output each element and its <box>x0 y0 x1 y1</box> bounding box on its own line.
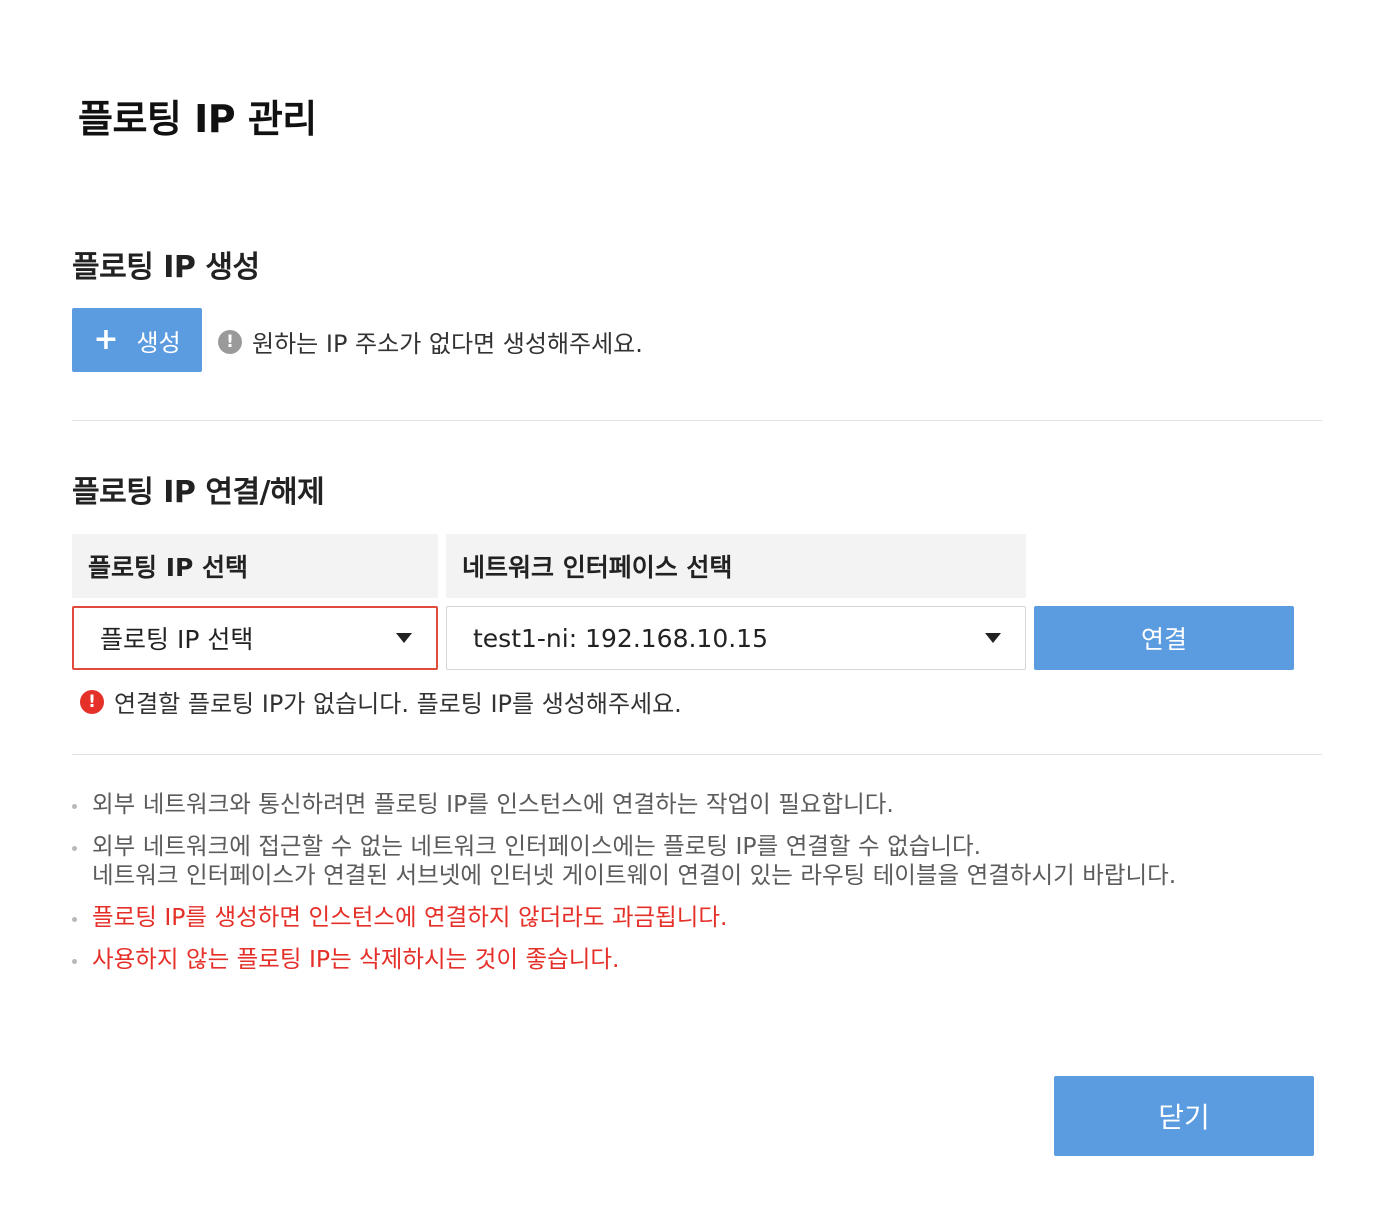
note-item: 외부 네트워크와 통신하려면 플로팅 IP를 인스턴스에 연결하는 작업이 필요… <box>72 790 1332 819</box>
close-button[interactable]: 닫기 <box>1054 1076 1314 1156</box>
note-item: 외부 네트워크에 접근할 수 없는 네트워크 인터페이스에는 플로팅 IP를 연… <box>72 832 1332 890</box>
warning-note-text: 플로팅 IP를 생성하면 인스턴스에 연결하지 않더라도 과금됩니다. <box>92 903 728 931</box>
error-text: 연결할 플로팅 IP가 없습니다. 플로팅 IP를 생성해주세요. <box>114 690 682 718</box>
network-interface-column-header: 네트워크 인터페이스 선택 <box>446 534 1026 598</box>
create-hint-text: 원하는 IP 주소가 없다면 생성해주세요. <box>252 330 643 358</box>
connect-button[interactable]: 연결 <box>1034 606 1294 670</box>
floating-ip-select-value: 플로팅 IP 선택 <box>100 625 254 654</box>
plus-icon: + <box>93 322 119 357</box>
create-section-title: 플로팅 IP 생성 <box>72 250 260 285</box>
info-icon: ! <box>218 329 242 354</box>
network-interface-select-value: test1-ni: 192.168.10.15 <box>473 623 768 653</box>
connect-section-title: 플로팅 IP 연결/해제 <box>72 475 325 510</box>
warning-note-item: 사용하지 않는 플로팅 IP는 삭제하시는 것이 좋습니다. <box>72 945 1332 974</box>
note-text: 외부 네트워크에 접근할 수 없는 네트워크 인터페이스에는 플로팅 IP를 연… <box>92 832 982 860</box>
chevron-down-icon <box>396 633 412 643</box>
chevron-down-icon <box>985 633 1001 643</box>
note-text: 네트워크 인터페이스가 연결된 서브넷에 인터넷 게이트웨이 연결이 있는 라우… <box>92 861 1177 889</box>
error-icon: ! <box>80 689 104 714</box>
create-floating-ip-button[interactable]: + 생성 <box>72 308 202 372</box>
create-button-label: 생성 <box>136 328 181 357</box>
floating-ip-select[interactable]: 플로팅 IP 선택 <box>72 606 438 670</box>
network-interface-select[interactable]: test1-ni: 192.168.10.15 <box>446 606 1026 670</box>
floating-ip-column-header: 플로팅 IP 선택 <box>72 534 438 598</box>
warning-note-text: 사용하지 않는 플로팅 IP는 삭제하시는 것이 좋습니다. <box>92 945 620 973</box>
create-hint: ! 원하는 IP 주소가 없다면 생성해주세요. <box>218 324 643 359</box>
section-divider <box>72 754 1322 755</box>
note-text: 외부 네트워크와 통신하려면 플로팅 IP를 인스턴스에 연결하는 작업이 필요… <box>92 790 894 818</box>
warning-note-item: 플로팅 IP를 생성하면 인스턴스에 연결하지 않더라도 과금됩니다. <box>72 903 1332 932</box>
dialog-title: 플로팅 IP 관리 <box>78 97 317 141</box>
section-divider <box>72 420 1322 421</box>
floating-ip-error-message: ! 연결할 플로팅 IP가 없습니다. 플로팅 IP를 생성해주세요. <box>80 684 682 719</box>
notes-list: 외부 네트워크와 통신하려면 플로팅 IP를 인스턴스에 연결하는 작업이 필요… <box>72 790 1332 987</box>
